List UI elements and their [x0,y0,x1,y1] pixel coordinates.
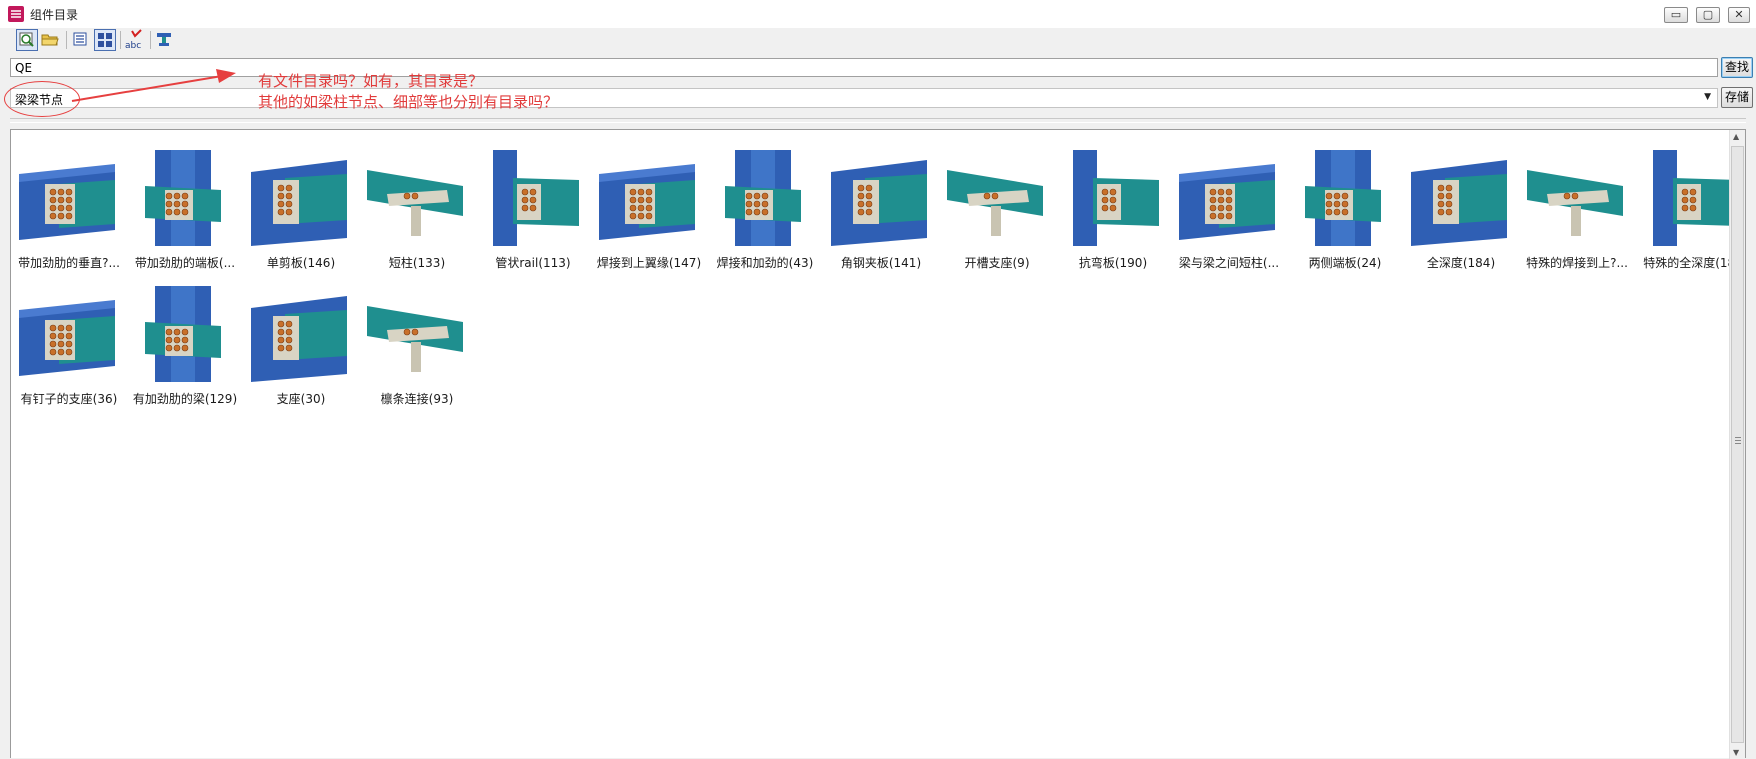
component-item[interactable]: 支座(30) [243,266,355,406]
component-label: 全深度(184) [1426,256,1496,270]
maximize-icon: ▢ [1702,8,1714,21]
annotation-question-1: 有文件目录吗？如有，其目录是？ [258,72,484,90]
component-label: 梁与梁之间短柱(... [1178,256,1280,270]
component-label: 两侧端板(24) [1308,256,1382,270]
special-welded-icon [1527,170,1623,236]
vertical-scrollbar[interactable]: ▲ ▼ [1729,130,1745,759]
scroll-up-icon[interactable]: ▲ [1733,132,1739,141]
component-label: 有钉子的支座(36) [20,392,118,406]
component-item[interactable]: 有钉子的支座(36) [11,266,123,406]
component-label: 焊接到上翼缘(147) [596,256,702,270]
component-label: 抗弯板(190) [1078,256,1148,270]
component-label: 焊接和加劲的(43) [716,256,814,270]
close-icon: ✕ [1734,8,1744,21]
component-label: 特殊的焊接到上?... [1526,256,1628,270]
component-item[interactable]: 梁与梁之间短柱(... [1171,130,1283,270]
annotation-arrow [71,69,236,102]
minimize-button[interactable]: ▭ [1664,7,1688,23]
component-item[interactable]: 全深度(184) [1403,130,1515,270]
search-button[interactable]: 查找 [1721,57,1753,78]
component-label: 支座(30) [276,392,326,406]
seat-icon [251,296,347,382]
shear-plate-icon [251,160,347,246]
component-item[interactable]: 焊接和加劲的(43) [707,130,819,270]
component-item[interactable]: 有加劲肋的梁(129) [127,266,239,406]
scroll-down-icon[interactable]: ▼ [1733,748,1739,757]
moment-plate-icon [1073,150,1159,246]
component-item[interactable]: 焊接到上翼缘(147) [591,130,703,270]
chevron-down-icon[interactable]: ▼ [1704,92,1711,102]
save-button[interactable]: 存储 [1721,87,1753,108]
close-button[interactable]: ✕ [1728,7,1750,23]
minimize-icon: ▭ [1670,8,1682,21]
special-full-depth-icon [1653,150,1739,246]
component-label: 开槽支座(9) [964,256,1030,270]
component-item[interactable]: 抗弯板(190) [1055,130,1167,270]
slotted-seat-icon [947,170,1043,236]
component-catalog-grid[interactable]: 带加劲肋的垂直?... 带加劲肋的端板(... 单剪板(146) 短柱(133)… [10,129,1746,759]
component-item[interactable]: 檩条连接(93) [359,266,471,406]
stiffened-beam-icon [145,286,221,382]
purlin-connection-icon [367,306,463,372]
component-item[interactable]: 带加劲肋的垂直?... [11,130,123,270]
welded-top-flange-icon [599,164,695,240]
component-item[interactable]: 特殊的焊接到上?... [1519,130,1631,270]
component-item[interactable]: 短柱(133) [359,130,471,270]
full-depth-icon [1411,160,1507,246]
component-item[interactable]: 开槽支座(9) [939,130,1051,270]
angle-cleat-icon [831,160,927,246]
component-item[interactable]: 单剪板(146) [243,130,355,270]
title-bar: 组件目录 ▭ ▢ ✕ [0,0,1756,28]
annotation-question-2: 其他的如梁柱节点、细部等也分别有目录吗？ [258,93,559,111]
beam-end-plate-icon [19,164,115,240]
scrollbar-thumb[interactable] [1731,146,1744,743]
beam-stub-icon [1179,164,1275,240]
component-label: 檩条连接(93) [380,392,454,406]
component-item[interactable]: 带加劲肋的端板(... [127,130,239,270]
component-label: 管状rail(113) [495,256,571,270]
two-side-end-plate-icon [1305,150,1381,246]
beam-end-plate-stiffened-icon [145,150,221,246]
toolbar: abc [0,28,1756,54]
tube-rail-icon [493,150,579,246]
nailed-seat-icon [19,300,115,376]
component-label: 有加劲肋的梁(129) [132,392,238,406]
component-label: 角钢夹板(141) [840,256,922,270]
welded-stiffened-icon [725,150,801,246]
component-item[interactable]: 两侧端板(24) [1287,130,1399,270]
splitter[interactable] [10,118,1746,123]
maximize-button[interactable]: ▢ [1696,7,1720,23]
component-item[interactable]: 管状rail(113) [475,130,587,270]
short-column-icon [367,170,463,236]
component-item[interactable]: 角钢夹板(141) [823,130,935,270]
